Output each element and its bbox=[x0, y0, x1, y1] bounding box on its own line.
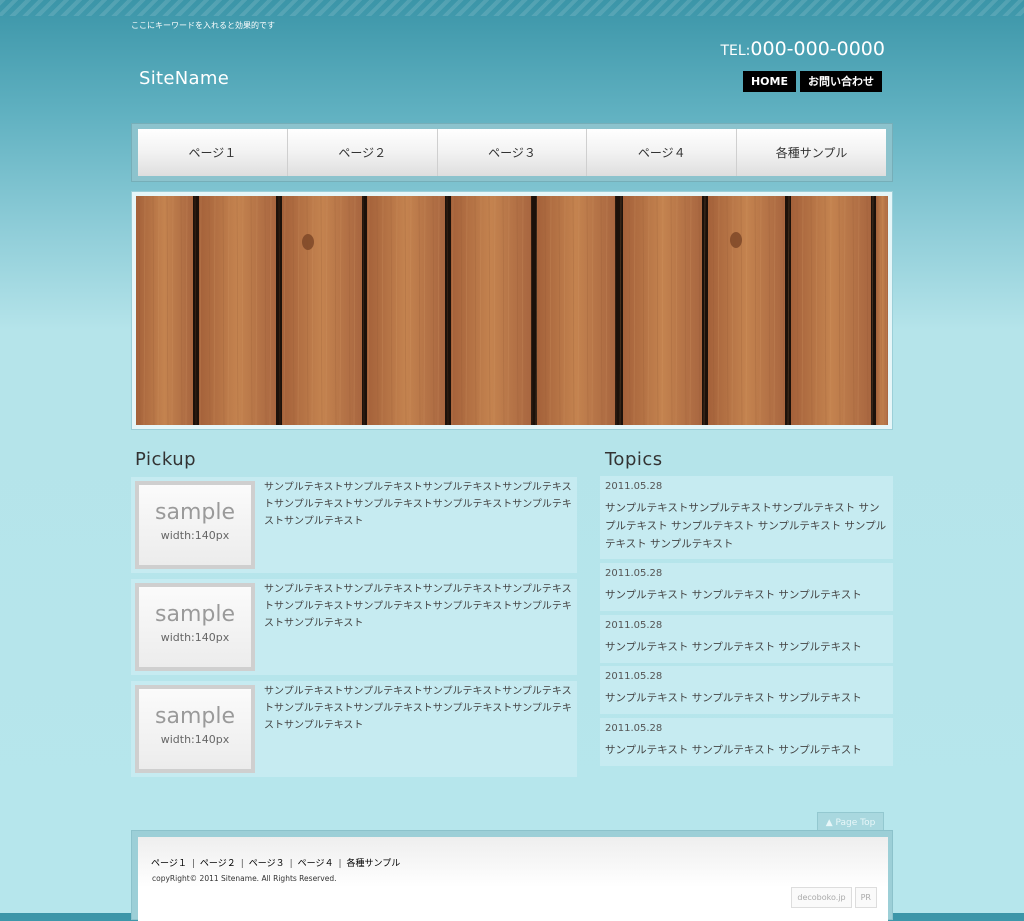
copyright: copyRight© 2011 Sitename. All Rights Res… bbox=[152, 874, 337, 883]
topic-text[interactable]: サンプルテキスト サンプルテキスト サンプルテキスト bbox=[605, 638, 888, 656]
pr-badge[interactable]: PR bbox=[854, 887, 877, 908]
footer-separator: | bbox=[289, 859, 293, 869]
topic-text[interactable]: サンプルテキスト サンプルテキスト サンプルテキスト bbox=[605, 586, 888, 604]
footer-separator: | bbox=[240, 859, 244, 869]
pickup-text: サンプルテキストサンプルテキストサンプルテキストサンプルテキストサンプルテキスト… bbox=[264, 686, 572, 731]
contact-button[interactable]: お問い合わせ bbox=[800, 71, 882, 92]
topic-item[interactable]: 2011.05.28 サンプルテキストサンプルテキストサンプルテキスト サンプル… bbox=[600, 476, 893, 559]
sample-thumbnail-label: sample bbox=[155, 602, 235, 627]
sample-thumbnail[interactable]: sample width:140px bbox=[135, 685, 255, 773]
topic-date: 2011.05.28 bbox=[605, 620, 663, 631]
topic-item[interactable]: 2011.05.28 サンプルテキスト サンプルテキスト サンプルテキスト bbox=[600, 718, 893, 766]
global-nav-item-page3[interactable]: ページ３ bbox=[437, 129, 588, 176]
topic-text[interactable]: サンプルテキスト サンプルテキスト サンプルテキスト bbox=[605, 741, 888, 759]
topic-date: 2011.05.28 bbox=[605, 723, 663, 734]
topic-item[interactable]: 2011.05.28 サンプルテキスト サンプルテキスト サンプルテキスト bbox=[600, 615, 893, 663]
topic-item[interactable]: 2011.05.28 サンプルテキスト サンプルテキスト サンプルテキスト bbox=[600, 666, 893, 714]
pickup-text: サンプルテキストサンプルテキストサンプルテキストサンプルテキストサンプルテキスト… bbox=[264, 482, 572, 527]
topic-date: 2011.05.28 bbox=[605, 671, 663, 682]
footer-link-page1[interactable]: ページ１ bbox=[151, 859, 187, 869]
global-nav: ページ１ ページ２ ページ３ ページ４ 各種サンプル bbox=[131, 123, 893, 182]
pickup-item[interactable]: sample width:140px サンプルテキストサンプルテキストサンプルテ… bbox=[131, 681, 577, 777]
wood-planks-image bbox=[136, 196, 888, 425]
sample-thumbnail[interactable]: sample width:140px bbox=[135, 583, 255, 671]
hero-banner bbox=[131, 191, 893, 430]
footer-separator: | bbox=[191, 859, 195, 869]
topic-text[interactable]: サンプルテキストサンプルテキストサンプルテキスト サンプルテキスト サンプルテキ… bbox=[605, 499, 888, 553]
sample-thumbnail-label: sample bbox=[155, 704, 235, 729]
hero-wood-image bbox=[136, 196, 888, 425]
footer-nav: ページ１ | ページ２ | ページ３ | ページ４ | 各種サンプル bbox=[151, 856, 400, 869]
top-nav: HOME お問い合わせ bbox=[742, 71, 882, 92]
pickup-title: Pickup bbox=[135, 449, 197, 470]
header-stripe bbox=[0, 0, 1024, 16]
global-nav-item-page1[interactable]: ページ１ bbox=[138, 129, 288, 176]
footer-separator: | bbox=[338, 859, 342, 869]
sample-thumbnail-label: sample bbox=[155, 500, 235, 525]
pickup-item[interactable]: sample width:140px サンプルテキストサンプルテキストサンプルテ… bbox=[131, 477, 577, 573]
sample-thumbnail[interactable]: sample width:140px bbox=[135, 481, 255, 569]
credit-link[interactable]: decoboko.jp bbox=[791, 887, 852, 908]
sample-thumbnail-size: width:140px bbox=[160, 529, 230, 543]
pickup-text: サンプルテキストサンプルテキストサンプルテキストサンプルテキストサンプルテキスト… bbox=[264, 584, 572, 629]
sample-thumbnail-size: width:140px bbox=[160, 631, 230, 645]
tagline: ここにキーワードを入れると効果的です bbox=[131, 21, 275, 30]
footer-link-page3[interactable]: ページ３ bbox=[249, 859, 285, 869]
topic-date: 2011.05.28 bbox=[605, 481, 663, 492]
tel-number: TEL:000-000-0000 bbox=[720, 38, 885, 60]
site-name[interactable]: SiteName bbox=[139, 68, 229, 89]
tel-value: 000-000-0000 bbox=[750, 38, 885, 60]
global-nav-item-page4[interactable]: ページ４ bbox=[587, 129, 738, 176]
footer-link-samples[interactable]: 各種サンプル bbox=[347, 859, 401, 869]
topic-item[interactable]: 2011.05.28 サンプルテキスト サンプルテキスト サンプルテキスト bbox=[600, 563, 893, 611]
sample-thumbnail-size: width:140px bbox=[160, 733, 230, 747]
footer-link-page4[interactable]: ページ４ bbox=[298, 859, 334, 869]
topic-date: 2011.05.28 bbox=[605, 568, 663, 579]
home-button[interactable]: HOME bbox=[742, 71, 796, 92]
topics-title: Topics bbox=[605, 449, 663, 470]
global-nav-item-samples[interactable]: 各種サンプル bbox=[737, 129, 886, 176]
footer-link-page2[interactable]: ページ２ bbox=[200, 859, 236, 869]
pickup-item[interactable]: sample width:140px サンプルテキストサンプルテキストサンプルテ… bbox=[131, 579, 577, 675]
tel-prefix: TEL: bbox=[720, 43, 751, 59]
footer: ページ１ | ページ２ | ページ３ | ページ４ | 各種サンプル copyRight© 20… bbox=[131, 830, 893, 921]
credit-badges: decoboko.jp PR bbox=[791, 887, 877, 908]
topic-text[interactable]: サンプルテキスト サンプルテキスト サンプルテキスト bbox=[605, 689, 888, 707]
global-nav-item-page2[interactable]: ページ２ bbox=[287, 129, 438, 176]
